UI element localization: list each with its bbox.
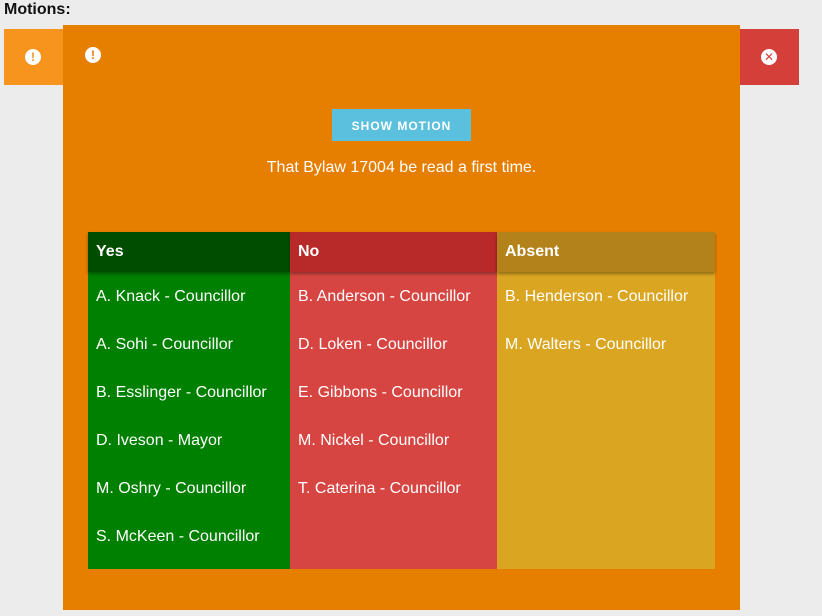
dismiss-bar[interactable]: ✕: [740, 29, 799, 85]
yes-list: A. Knack - Councillor A. Sohi - Councill…: [88, 272, 290, 560]
no-list: B. Anderson - Councillor D. Loken - Coun…: [290, 272, 497, 512]
list-item: M. Oshry - Councillor: [96, 480, 247, 497]
list-item: D. Loken - Councillor: [298, 336, 448, 353]
list-item: B. Anderson - Councillor: [298, 288, 471, 305]
close-icon[interactable]: ✕: [761, 49, 777, 65]
no-column: No B. Anderson - Councillor D. Loken - C…: [290, 232, 497, 569]
exclamation-icon: !: [85, 47, 101, 63]
list-item: T. Caterina - Councillor: [298, 480, 461, 497]
list-item: D. Iveson - Mayor: [96, 432, 223, 449]
absent-header: Absent: [497, 232, 715, 272]
list-item: B. Esslinger - Councillor: [96, 384, 267, 401]
list-item: A. Knack - Councillor: [96, 288, 246, 305]
motion-card: ! SHOW MOTION That Bylaw 17004 be read a…: [63, 25, 740, 610]
absent-list: B. Henderson - Councillor M. Walters - C…: [497, 272, 715, 368]
vote-table: Yes A. Knack - Councillor A. Sohi - Coun…: [88, 232, 715, 569]
list-item: S. McKeen - Councillor: [96, 528, 260, 545]
yes-column: Yes A. Knack - Councillor A. Sohi - Coun…: [88, 232, 290, 569]
list-item: M. Nickel - Councillor: [298, 432, 450, 449]
show-motion-button[interactable]: SHOW MOTION: [332, 109, 471, 141]
absent-column: Absent B. Henderson - Councillor M. Walt…: [497, 232, 715, 569]
exclamation-icon: !: [25, 49, 41, 65]
list-item: B. Henderson - Councillor: [505, 288, 689, 305]
no-header: No: [290, 232, 497, 272]
section-title: Motions:: [4, 1, 71, 18]
motion-text: That Bylaw 17004 be read a first time.: [266, 159, 537, 176]
list-item: A. Sohi - Councillor: [96, 336, 233, 353]
list-item: E. Gibbons - Councillor: [298, 384, 463, 401]
yes-header: Yes: [88, 232, 290, 272]
list-item: M. Walters - Councillor: [505, 336, 667, 353]
motion-status-bar[interactable]: !: [4, 29, 63, 85]
